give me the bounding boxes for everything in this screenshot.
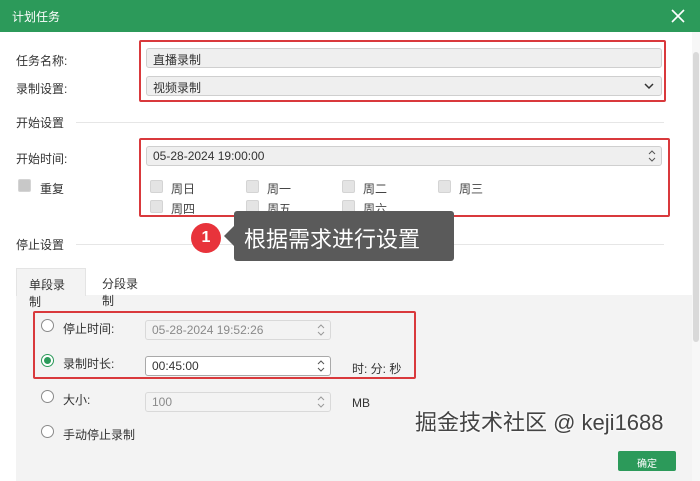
- highlight-box-task: [139, 40, 666, 102]
- start-divider: [76, 122, 664, 123]
- scrollbar-thumb[interactable]: [693, 52, 699, 342]
- repeat-checkbox[interactable]: [18, 179, 31, 192]
- record-setting-label: 录制设置:: [16, 82, 68, 96]
- scrollbar[interactable]: [692, 32, 700, 481]
- tab-multi-segment[interactable]: 分段录制: [90, 268, 160, 308]
- highlight-box-start: [139, 138, 670, 217]
- size-radio[interactable]: [41, 390, 54, 403]
- size-value: 100: [152, 395, 173, 409]
- callout-number-badge: 1: [191, 223, 221, 253]
- callout-tooltip: 根据需求进行设置: [224, 211, 454, 261]
- repeat-label: 重复: [40, 182, 65, 196]
- ok-button[interactable]: 确定: [618, 451, 676, 471]
- window-title: 计划任务: [12, 10, 61, 24]
- size-label: 大小:: [63, 393, 91, 407]
- start-time-label: 开始时间:: [16, 152, 68, 166]
- tab-single-segment[interactable]: 单段录制: [16, 268, 86, 309]
- highlight-box-stop: [33, 311, 416, 379]
- stop-section-title: 停止设置: [16, 238, 65, 252]
- size-unit: MB: [352, 396, 370, 410]
- task-name-label: 任务名称:: [16, 54, 68, 68]
- watermark: 掘金技术社区 @ keji1688: [415, 410, 664, 435]
- close-icon[interactable]: [668, 6, 688, 26]
- size-input[interactable]: 100: [145, 392, 331, 412]
- start-section-title: 开始设置: [16, 116, 65, 130]
- title-bar: 计划任务: [0, 0, 700, 32]
- spinner-icon[interactable]: [316, 394, 326, 410]
- manual-stop-label: 手动停止录制: [63, 428, 136, 442]
- manual-stop-radio[interactable]: [41, 425, 54, 438]
